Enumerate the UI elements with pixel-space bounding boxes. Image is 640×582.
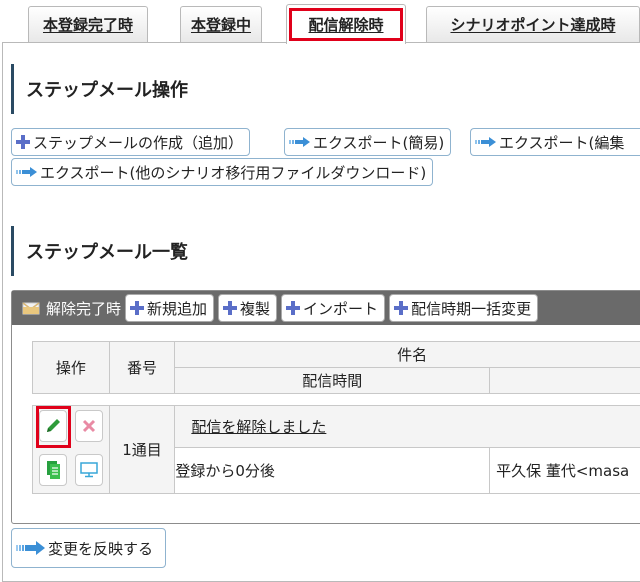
plus-icon bbox=[16, 135, 30, 149]
tab-bar: 本登録完了時 本登録中 配信解除時 シナリオポイント達成時 bbox=[0, 0, 640, 46]
bulk-change-timing-button[interactable]: 配信時期一括変更 bbox=[389, 294, 538, 322]
plus-icon bbox=[130, 301, 144, 315]
import-button[interactable]: インポート bbox=[281, 294, 385, 322]
duplicate-button[interactable]: 複製 bbox=[218, 294, 277, 322]
header-ops: 操作 bbox=[33, 342, 110, 394]
tab-label: 配信解除時 bbox=[308, 14, 383, 35]
ops-cell bbox=[33, 406, 110, 494]
delete-button[interactable] bbox=[75, 410, 103, 442]
button-label: 変更を反映する bbox=[48, 538, 153, 559]
button-label: 新規追加 bbox=[147, 298, 207, 319]
button-label: エクスポート(簡易) bbox=[313, 132, 444, 153]
timing-cell: 登録から0分後 bbox=[175, 448, 490, 494]
tab-label: シナリオポイント達成時 bbox=[450, 14, 615, 35]
button-label: 配信時期一括変更 bbox=[411, 298, 531, 319]
number-cell: 1通目 bbox=[109, 406, 175, 494]
export-simple-button[interactable]: エクスポート(簡易) bbox=[284, 128, 451, 156]
header-subject: 件名 bbox=[175, 342, 640, 368]
spacer-row bbox=[33, 394, 640, 406]
arrow-icon bbox=[16, 166, 38, 178]
sender-cell: 平久保 董代<masa bbox=[490, 448, 640, 494]
button-label: ステップメールの作成（追加） bbox=[33, 132, 243, 153]
tab-label: 本登録中 bbox=[191, 14, 251, 35]
section-title-operations: ステップメール操作 bbox=[11, 64, 640, 114]
arrow-icon bbox=[475, 136, 497, 148]
add-new-button[interactable]: 新規追加 bbox=[125, 294, 214, 322]
button-label: エクスポート(他のシナリオ移行用ファイルダウンロード) bbox=[40, 162, 426, 183]
stepmail-table: 操作 番号 件名 配信時間 bbox=[32, 341, 640, 494]
tab-scenario-point[interactable]: シナリオポイント達成時 bbox=[426, 6, 640, 42]
export-scenario-button[interactable]: エクスポート(他のシナリオ移行用ファイルダウンロード) bbox=[11, 158, 433, 186]
plus-icon bbox=[223, 301, 237, 315]
tab-registering[interactable]: 本登録中 bbox=[180, 6, 262, 42]
apply-changes-button[interactable]: 変更を反映する bbox=[11, 528, 166, 568]
header-number: 番号 bbox=[109, 342, 175, 394]
plus-icon bbox=[286, 301, 300, 315]
plus-icon bbox=[394, 301, 408, 315]
close-icon bbox=[82, 419, 96, 433]
create-stepmail-button[interactable]: ステップメールの作成（追加） bbox=[11, 128, 250, 156]
group-header: 解除完了時 新規追加 複製 インポート 配信時期一括変更 bbox=[12, 291, 640, 325]
group-title: 解除完了時 bbox=[46, 298, 121, 319]
subject-link[interactable]: 配信を解除しました bbox=[191, 418, 326, 436]
document-icon bbox=[45, 460, 61, 480]
envelope-icon bbox=[22, 301, 40, 315]
button-label: エクスポート(編集 bbox=[499, 132, 624, 153]
export-edit-button[interactable]: エクスポート(編集 bbox=[470, 128, 640, 156]
tab-unsubscribe[interactable]: 配信解除時 bbox=[286, 4, 406, 44]
edit-highlight-box bbox=[36, 406, 71, 448]
header-blank bbox=[490, 368, 640, 394]
button-label: 複製 bbox=[240, 298, 270, 319]
copy-button[interactable] bbox=[39, 454, 67, 486]
tab-label: 本登録完了時 bbox=[43, 14, 133, 35]
arrow-icon bbox=[289, 136, 311, 148]
section-title-list: ステップメール一覧 bbox=[11, 226, 640, 276]
monitor-icon bbox=[80, 462, 98, 478]
preview-button[interactable] bbox=[75, 454, 103, 486]
header-timing: 配信時間 bbox=[175, 368, 490, 394]
stepmail-group: 解除完了時 新規追加 複製 インポート 配信時期一括変更 操作 番号 件名 配信… bbox=[11, 290, 640, 524]
tab-registration-complete[interactable]: 本登録完了時 bbox=[28, 6, 148, 42]
arrow-icon bbox=[16, 541, 46, 555]
subject-cell: 配信を解除しました bbox=[175, 406, 640, 448]
table-row: 1通目 配信を解除しました bbox=[33, 406, 640, 448]
button-label: インポート bbox=[303, 298, 378, 319]
